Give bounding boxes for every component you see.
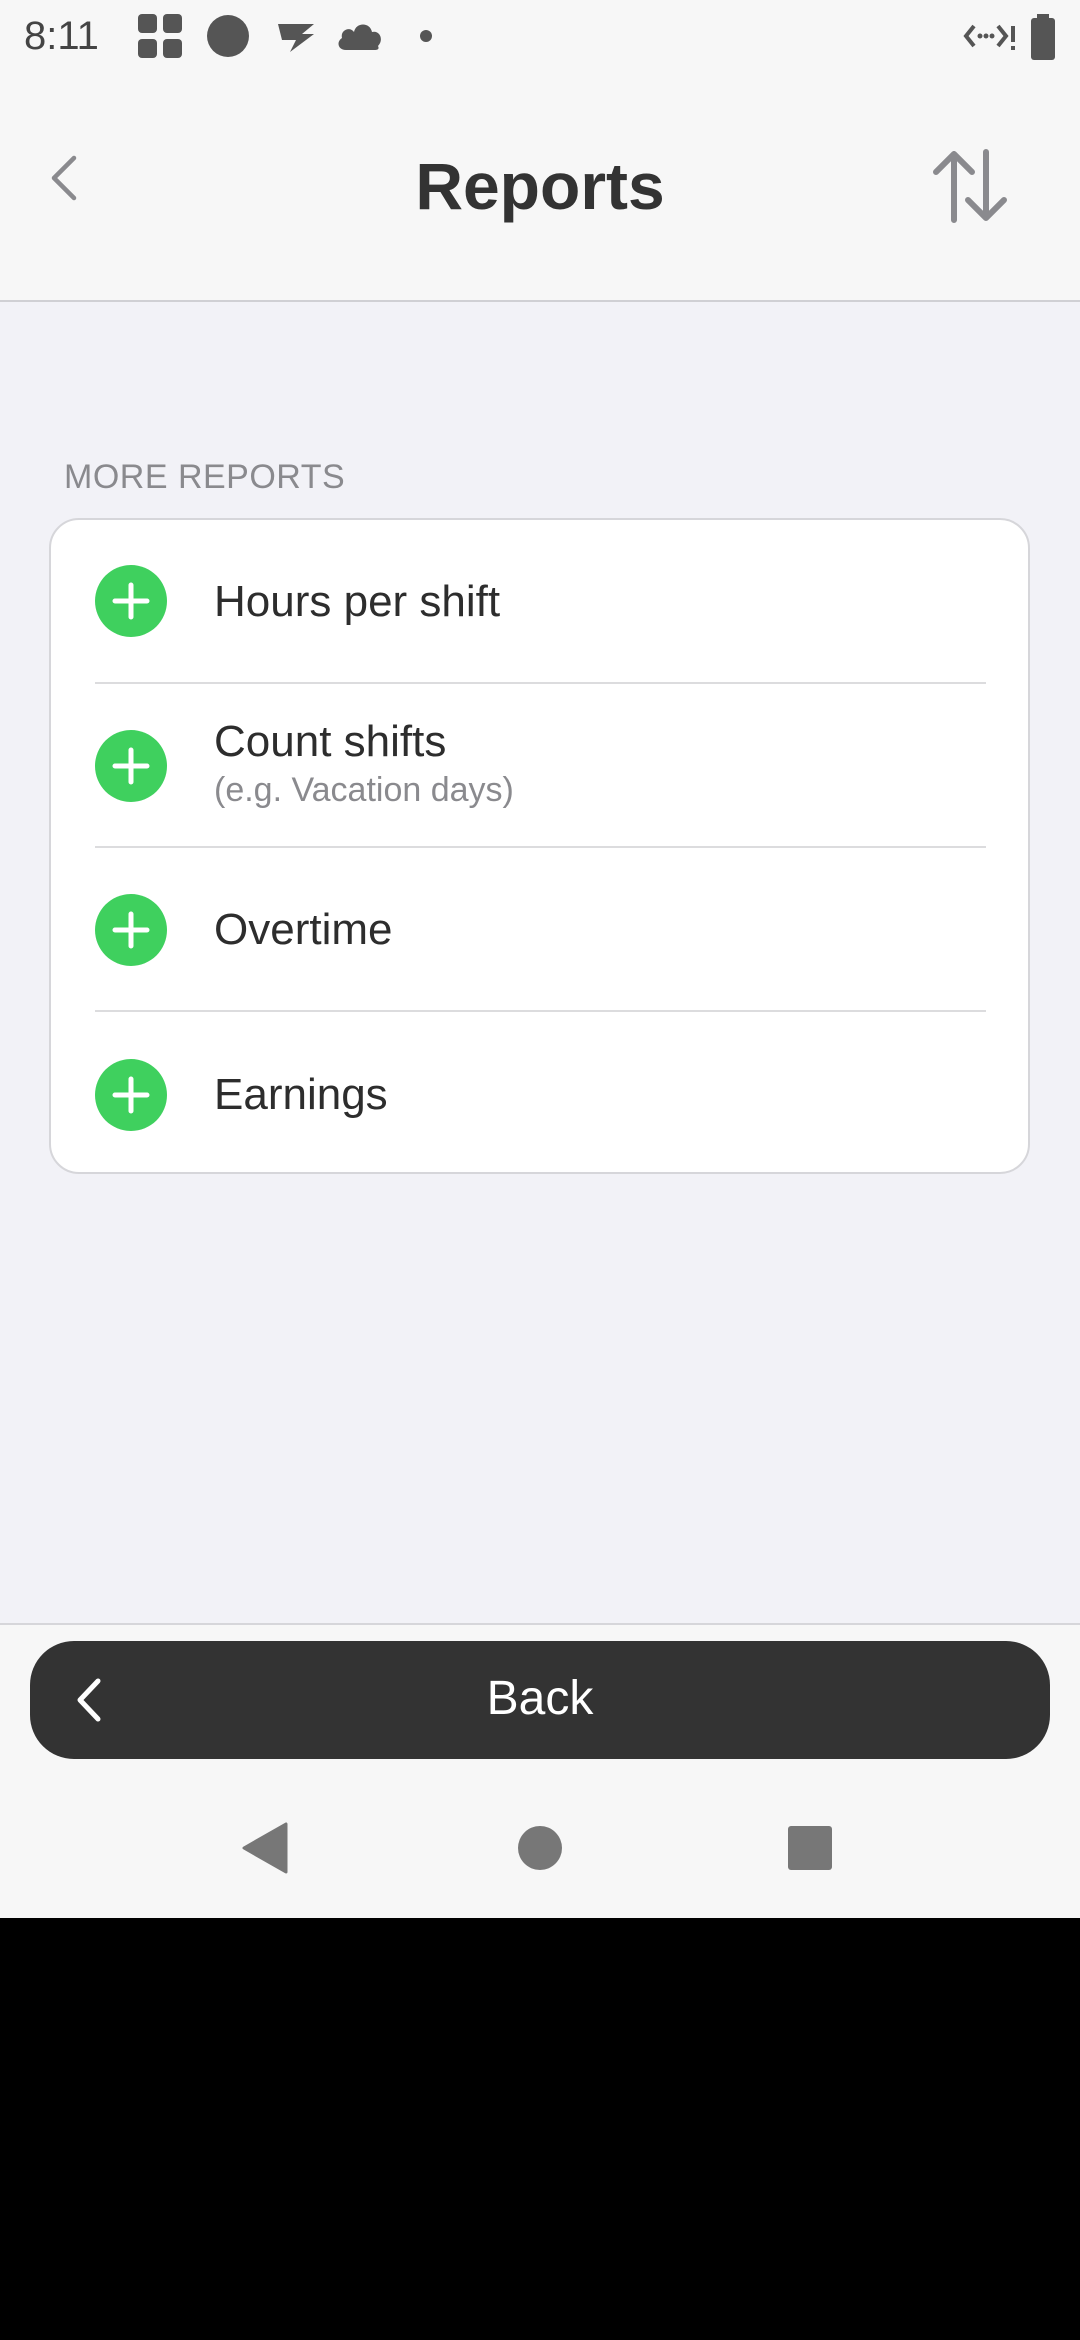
report-item-label: Earnings: [214, 1070, 388, 1119]
back-button-label: Back: [486, 1672, 594, 1725]
add-icon[interactable]: [95, 565, 167, 637]
report-item-overtime[interactable]: Overtime: [51, 848, 1028, 1012]
add-icon[interactable]: [95, 1059, 167, 1131]
report-item-count-shifts[interactable]: Count shifts (e.g. Vacation days): [51, 684, 1028, 848]
circle-status-icon: [207, 15, 249, 57]
battery-icon: [1031, 14, 1055, 60]
back-button[interactable]: Back: [30, 1641, 1050, 1759]
app-grid-icon: [138, 14, 182, 58]
sort-icon[interactable]: [930, 148, 1010, 224]
cloud-icon: [338, 24, 381, 50]
add-icon[interactable]: [95, 894, 167, 966]
report-item-hours-per-shift[interactable]: Hours per shift: [51, 520, 1028, 684]
reports-list: Hours per shift Count shifts (e.g. Vacat…: [49, 518, 1030, 1174]
section-label: MORE REPORTS: [64, 458, 346, 496]
add-icon[interactable]: [95, 730, 167, 802]
reports-screen: 8:11 Reports MORE REPORTS Hours per shif…: [0, 0, 1080, 1918]
nav-back-icon[interactable]: [240, 1820, 290, 1876]
status-bar: 8:11: [0, 0, 1080, 72]
report-item-label: Count shifts: [214, 717, 447, 766]
data-saver-icon: [963, 24, 1015, 50]
signal-status-icon: [278, 24, 314, 52]
page-title: Reports: [415, 149, 665, 223]
report-item-earnings[interactable]: Earnings: [51, 1012, 1028, 1172]
nav-recents-icon[interactable]: [786, 1820, 834, 1876]
nav-home-icon[interactable]: [516, 1820, 564, 1876]
report-item-sublabel: (e.g. Vacation days): [214, 771, 514, 809]
status-time: 8:11: [24, 14, 99, 58]
report-item-label: Overtime: [214, 905, 393, 954]
app-header: Reports: [0, 72, 1080, 302]
dot-icon: [420, 30, 432, 42]
report-item-label: Hours per shift: [214, 577, 501, 626]
